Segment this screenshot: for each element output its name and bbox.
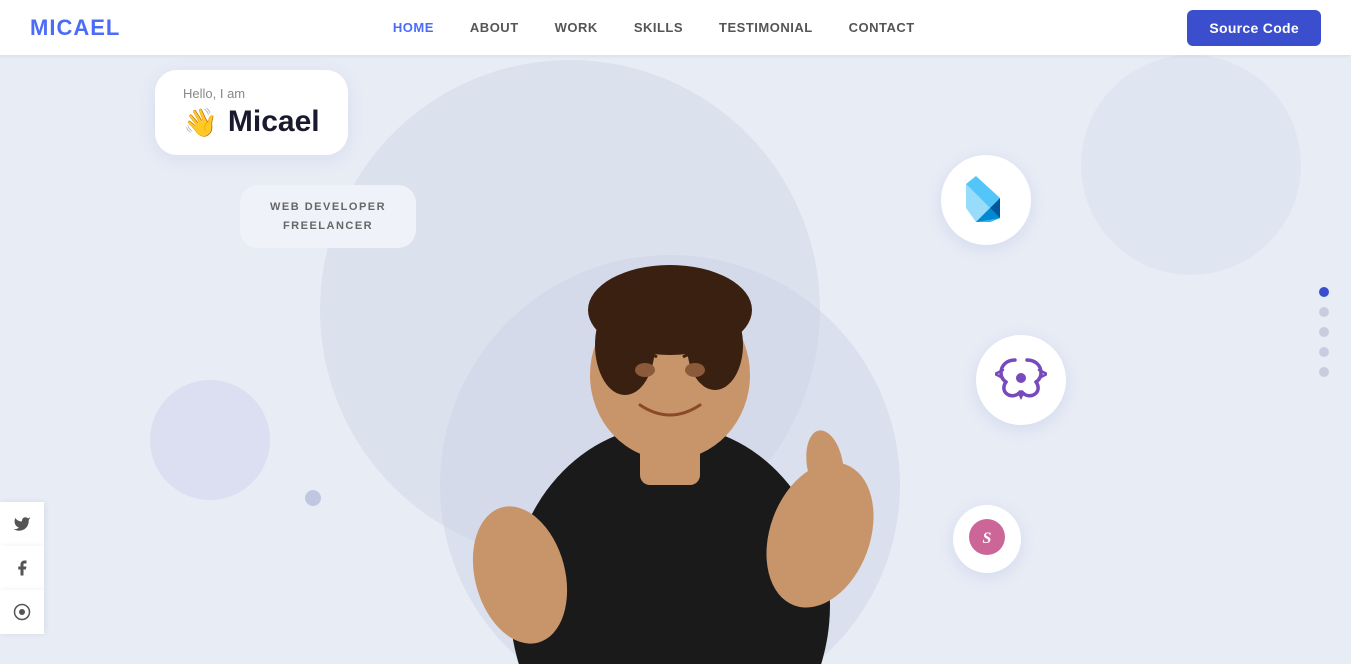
circle-bottom-left: [150, 380, 270, 500]
nav-item-testimonial[interactable]: TESTIMONIAL: [719, 19, 813, 37]
social-twitter-button[interactable]: [0, 502, 44, 546]
nav-links: HOME ABOUT WORK SKILLS TESTIMONIAL CONTA…: [393, 19, 915, 37]
social-facebook-button[interactable]: [0, 546, 44, 590]
side-dot-0[interactable]: [1319, 287, 1329, 297]
wave-emoji: 👋: [183, 106, 218, 139]
sass-icon: S: [968, 518, 1006, 561]
facebook-icon: [13, 559, 31, 577]
circle-dot-small: [305, 490, 321, 506]
nav-item-work[interactable]: WORK: [555, 19, 598, 37]
side-dot-2[interactable]: [1319, 327, 1329, 337]
nav-item-about[interactable]: ABOUT: [470, 19, 519, 37]
side-dot-4[interactable]: [1319, 367, 1329, 377]
hello-text: Hello, I am: [183, 86, 320, 101]
social-bar: [0, 502, 44, 634]
logo-mic: MIC: [30, 15, 73, 40]
logo-ael: AEL: [73, 15, 120, 40]
nav-item-contact[interactable]: CONTACT: [849, 19, 915, 37]
tech-circle-redux: [976, 335, 1066, 425]
tech-circle-flutter: [941, 155, 1031, 245]
social-other-button[interactable]: [0, 590, 44, 634]
navbar: MICAEL HOME ABOUT WORK SKILLS TESTIMONIA…: [0, 0, 1351, 55]
hero-section: Hello, I am 👋 Micael WEB DEVELOPER FREEL…: [0, 0, 1351, 664]
svg-text:S: S: [983, 530, 992, 547]
tech-circle-sass: S: [953, 505, 1021, 573]
circle-top-right: [1081, 55, 1301, 275]
greeting-card: Hello, I am 👋 Micael: [155, 70, 348, 155]
side-dot-1[interactable]: [1319, 307, 1329, 317]
other-social-icon: [13, 603, 31, 621]
nav-item-skills[interactable]: SKILLS: [634, 19, 683, 37]
role-text: WEB DEVELOPER FREELANCER: [270, 198, 386, 235]
nav-item-home[interactable]: HOME: [393, 19, 434, 37]
hero-name: Micael: [228, 105, 320, 139]
side-dots: [1319, 287, 1329, 377]
logo: MICAEL: [30, 15, 120, 41]
redux-icon: [995, 352, 1047, 409]
source-code-button[interactable]: Source Code: [1187, 10, 1321, 46]
twitter-icon: [13, 515, 31, 533]
side-dot-3[interactable]: [1319, 347, 1329, 357]
flutter-icon: [962, 174, 1010, 227]
person-svg: [425, 85, 915, 664]
name-row: 👋 Micael: [183, 105, 320, 139]
person-photo: [370, 55, 970, 664]
